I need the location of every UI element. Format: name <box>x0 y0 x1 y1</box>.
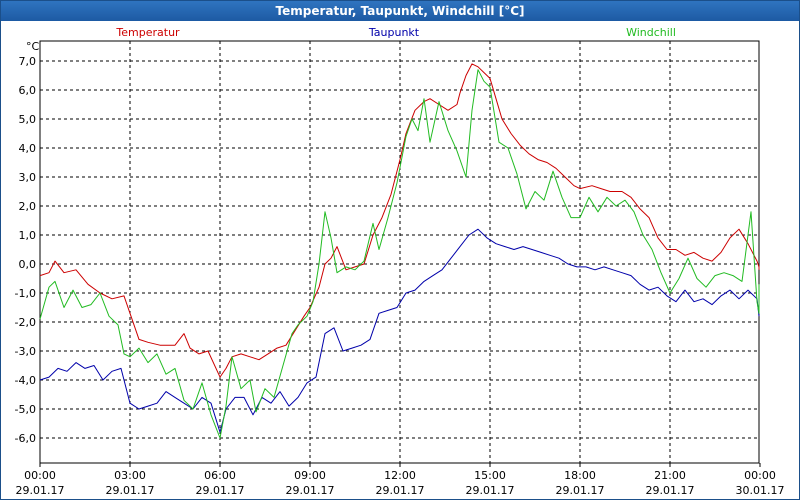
y-tick-label: 3,0 <box>19 171 37 184</box>
x-tick-time: 21:00 <box>654 469 686 482</box>
y-tick-label: -6,0 <box>15 432 36 445</box>
legend-windchill: Windchill <box>626 26 676 39</box>
y-tick-label: 5,0 <box>19 113 37 126</box>
y-tick-label: -2,0 <box>15 316 36 329</box>
y-tick-label: -1,0 <box>15 287 36 300</box>
legend-temperatur: Temperatur <box>115 26 180 39</box>
y-tick-label: 2,0 <box>19 200 37 213</box>
x-tick-date: 29.01.17 <box>286 484 335 497</box>
x-tick-date: 29.01.17 <box>16 484 65 497</box>
y-axis-label: °C <box>26 40 40 53</box>
x-tick-time: 06:00 <box>204 469 236 482</box>
x-tick-time: 18:00 <box>564 469 596 482</box>
x-tick-time: 00:00 <box>744 469 776 482</box>
y-tick-label: 7,0 <box>19 55 37 68</box>
x-tick-date: 29.01.17 <box>196 484 245 497</box>
x-tick-date: 29.01.17 <box>106 484 155 497</box>
y-tick-label: 6,0 <box>19 84 37 97</box>
y-tick-label: 4,0 <box>19 142 37 155</box>
x-tick-date: 29.01.17 <box>646 484 695 497</box>
y-tick-label: -5,0 <box>15 403 36 416</box>
x-tick-time: 09:00 <box>294 469 326 482</box>
y-tick-label: 1,0 <box>19 229 37 242</box>
x-tick-time: 12:00 <box>384 469 416 482</box>
legend-taupunkt: Taupunkt <box>368 26 420 39</box>
x-axis-ticks: 00:00 29.01.17 03:00 29.01.17 06:00 29.01.17 0… <box>16 463 785 497</box>
y-axis-ticks: 7,0 6,0 5,0 4,0 3,0 2,0 1,0 0,0 -1,0 -2,0 -3,0 -4,0… <box>15 55 36 445</box>
x-tick-date: 29.01.17 <box>556 484 605 497</box>
x-tick-time: 03:00 <box>114 469 146 482</box>
line-chart: 7,0 6,0 5,0 4,0 3,0 2,0 1,0 0,0 -1,0 -2,0 -3,0 -4,0… <box>15 26 785 497</box>
x-tick-date: 29.01.17 <box>376 484 425 497</box>
x-tick-date: 30.01.17 <box>736 484 785 497</box>
y-tick-label: 0,0 <box>19 258 37 271</box>
y-tick-label: -4,0 <box>15 374 36 387</box>
x-tick-time: 15:00 <box>474 469 506 482</box>
y-tick-label: -3,0 <box>15 345 36 358</box>
x-tick-date: 29.01.17 <box>466 484 515 497</box>
x-tick-time: 00:00 <box>24 469 56 482</box>
